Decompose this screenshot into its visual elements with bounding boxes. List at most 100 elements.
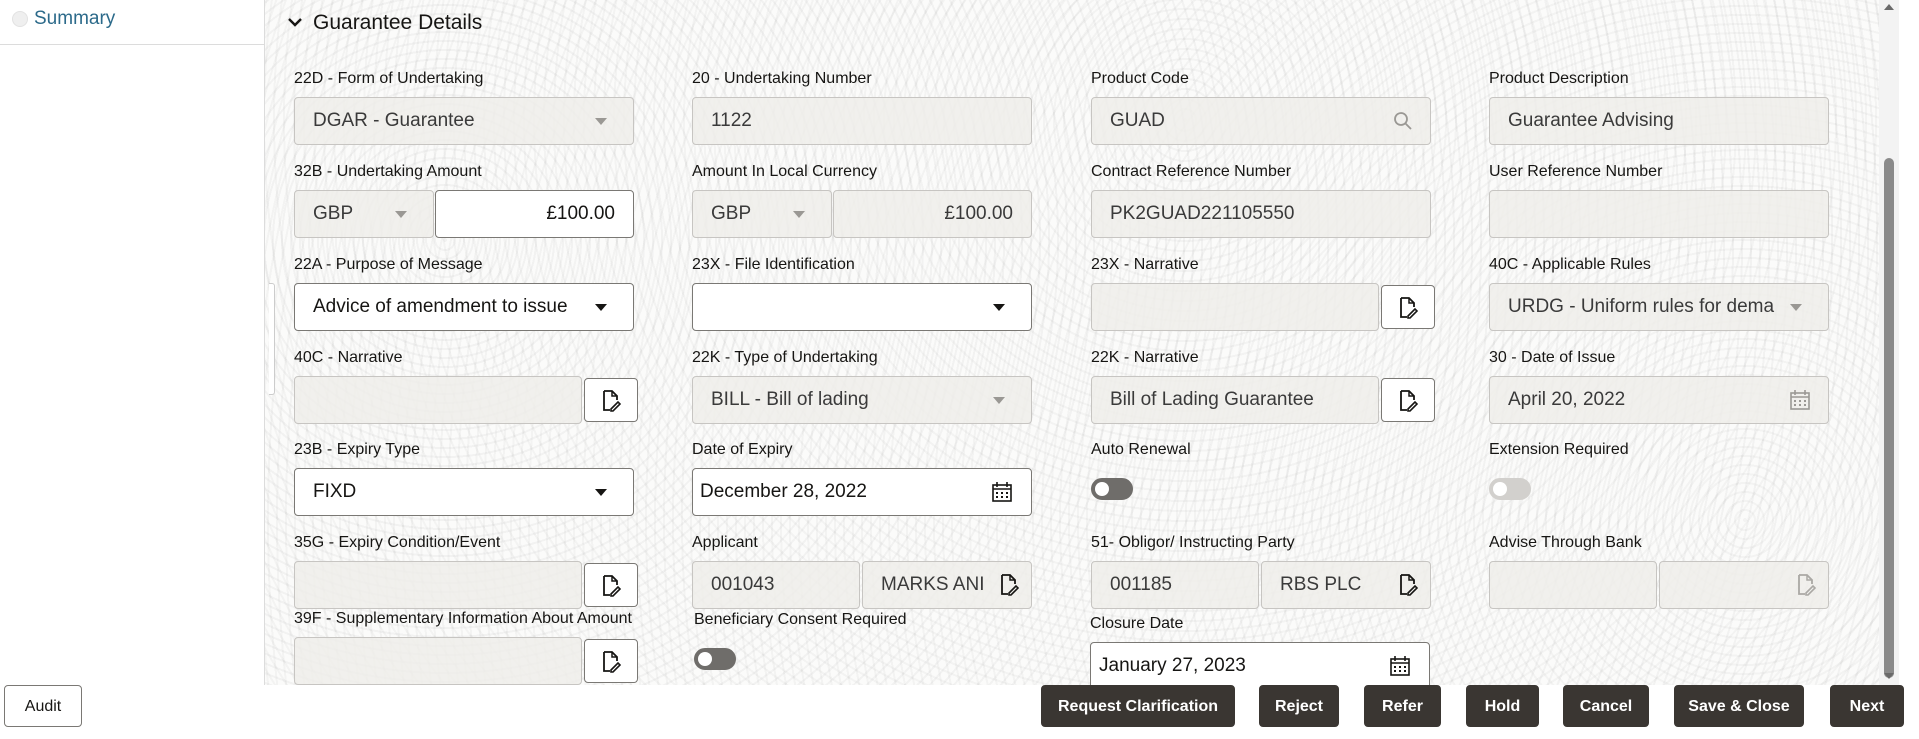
user-reference-label: User Reference Number: [1489, 163, 1663, 180]
save-close-button[interactable]: Save & Close: [1674, 685, 1804, 727]
applicable-rules-select[interactable]: URDG - Uniform rules for dema: [1489, 283, 1829, 331]
scroll-up-icon[interactable]: [1884, 4, 1894, 10]
product-description-label: Product Description: [1489, 70, 1629, 87]
edit-document-icon: [603, 390, 621, 412]
closure-date-field[interactable]: January 27, 2023: [1090, 642, 1430, 685]
closure-date-label: Closure Date: [1090, 615, 1184, 632]
edit-document-icon[interactable]: [999, 574, 1019, 596]
type-of-undertaking-select[interactable]: BILL - Bill of lading: [692, 376, 1032, 424]
panel-collapse-handle[interactable]: [269, 283, 275, 395]
next-button[interactable]: Next: [1830, 685, 1904, 727]
sidebar: Summary: [0, 0, 265, 685]
narrative-40c-label: 40C - Narrative: [294, 349, 403, 366]
edit-document-icon: [603, 651, 621, 673]
form-of-undertaking-select[interactable]: DGAR - Guarantee: [294, 97, 634, 145]
purpose-of-message-value: Advice of amendment to issue: [313, 296, 568, 317]
edit-document-icon: [1400, 390, 1418, 412]
expiry-condition-field[interactable]: [294, 561, 582, 609]
edit-document-icon: [1400, 297, 1418, 319]
applicable-rules-label: 40C - Applicable Rules: [1489, 256, 1651, 273]
date-of-issue-label: 30 - Date of Issue: [1489, 349, 1616, 366]
date-of-issue-field[interactable]: April 20, 2022: [1489, 376, 1829, 424]
undertaking-amount-field[interactable]: £100.00: [435, 190, 634, 238]
scroll-down-icon[interactable]: [1884, 673, 1894, 679]
caret-down-icon: [395, 211, 407, 218]
search-icon[interactable]: [1393, 111, 1413, 131]
cancel-button[interactable]: Cancel: [1563, 685, 1649, 727]
edit-expiry-condition-button[interactable]: [584, 563, 638, 607]
calendar-icon[interactable]: [991, 481, 1013, 503]
toggle-knob: [698, 652, 712, 666]
chevron-down-icon: [288, 18, 302, 27]
edit-narrative-40c-button[interactable]: [584, 378, 638, 422]
type-of-undertaking-value: BILL - Bill of lading: [711, 389, 869, 410]
narrative-22k-field[interactable]: Bill of Lading Guarantee: [1091, 376, 1379, 424]
scrollbar-thumb[interactable]: [1884, 158, 1894, 678]
extension-required-toggle[interactable]: [1489, 478, 1531, 500]
extension-required-label: Extension Required: [1489, 441, 1629, 458]
narrative-23x-field[interactable]: [1091, 283, 1379, 331]
advise-through-bank-label: Advise Through Bank: [1489, 534, 1642, 551]
edit-supplementary-info-button[interactable]: [584, 639, 638, 683]
edit-narrative-22k-button[interactable]: [1381, 378, 1435, 422]
caret-down-icon: [993, 397, 1005, 404]
expiry-type-select[interactable]: FIXD: [294, 468, 634, 516]
reject-button[interactable]: Reject: [1259, 685, 1339, 727]
edit-document-icon: [1798, 574, 1816, 596]
applicant-id-field[interactable]: 001043: [692, 561, 860, 609]
vertical-scrollbar[interactable]: [1879, 0, 1899, 685]
narrative-40c-field[interactable]: [294, 376, 582, 424]
caret-down-icon: [595, 118, 607, 125]
undertaking-number-label: 20 - Undertaking Number: [692, 70, 872, 87]
date-of-expiry-label: Date of Expiry: [692, 441, 793, 458]
purpose-of-message-label: 22A - Purpose of Message: [294, 256, 483, 273]
calendar-icon[interactable]: [1389, 655, 1411, 677]
edit-document-icon[interactable]: [1398, 574, 1418, 596]
narrative-23x-label: 23X - Narrative: [1091, 256, 1199, 273]
calendar-icon[interactable]: [1789, 389, 1811, 411]
amount-local-field[interactable]: £100.00: [833, 190, 1032, 238]
undertaking-currency-select[interactable]: GBP: [294, 190, 434, 238]
obligor-id-field[interactable]: 001185: [1091, 561, 1259, 609]
purpose-of-message-select[interactable]: Advice of amendment to issue: [294, 283, 634, 331]
auto-renewal-toggle[interactable]: [1091, 478, 1133, 500]
undertaking-currency-value: GBP: [313, 203, 354, 224]
supplementary-info-field[interactable]: [294, 637, 582, 685]
section-title: Guarantee Details: [313, 11, 483, 34]
product-description-field[interactable]: Guarantee Advising: [1489, 97, 1829, 145]
product-code-field[interactable]: GUAD: [1091, 97, 1431, 145]
caret-down-icon: [595, 489, 607, 496]
file-identification-select[interactable]: [692, 283, 1032, 331]
narrative-22k-label: 22K - Narrative: [1091, 349, 1199, 366]
toggle-knob: [1493, 482, 1507, 496]
advise-bank-id-field[interactable]: [1489, 561, 1657, 609]
user-reference-field[interactable]: [1489, 190, 1829, 238]
step-indicator-icon: [12, 11, 28, 27]
caret-down-icon: [1790, 304, 1802, 311]
caret-down-icon: [793, 211, 805, 218]
beneficiary-consent-toggle[interactable]: [694, 648, 736, 670]
applicable-rules-value: URDG - Uniform rules for dema: [1508, 296, 1775, 317]
supplementary-info-label: 39F - Supplementary Information About Am…: [294, 610, 632, 627]
obligor-label: 51- Obligor/ Instructing Party: [1091, 534, 1295, 551]
caret-down-icon: [595, 304, 607, 311]
request-clarification-button[interactable]: Request Clarification: [1041, 685, 1235, 727]
audit-button[interactable]: Audit: [4, 685, 82, 727]
file-identification-label: 23X - File Identification: [692, 256, 855, 273]
edit-narrative-23x-button[interactable]: [1381, 285, 1435, 329]
beneficiary-consent-label: Beneficiary Consent Required: [694, 611, 907, 628]
action-footer: Audit Request Clarification Reject Refer…: [0, 685, 1919, 739]
caret-down-icon: [993, 304, 1005, 311]
date-of-expiry-field[interactable]: December 28, 2022: [692, 468, 1032, 516]
undertaking-number-field[interactable]: 1122: [692, 97, 1032, 145]
hold-button[interactable]: Hold: [1466, 685, 1539, 727]
expiry-type-label: 23B - Expiry Type: [294, 441, 420, 458]
undertaking-amount-label: 32B - Undertaking Amount: [294, 163, 482, 180]
sidebar-item-summary[interactable]: Summary: [0, 0, 264, 45]
type-of-undertaking-label: 22K - Type of Undertaking: [692, 349, 878, 366]
contract-reference-field[interactable]: PK2GUAD221105550: [1091, 190, 1431, 238]
refer-button[interactable]: Refer: [1364, 685, 1441, 727]
contract-reference-label: Contract Reference Number: [1091, 163, 1292, 180]
local-currency-select[interactable]: GBP: [692, 190, 832, 238]
amount-local-label: Amount In Local Currency: [692, 163, 877, 180]
